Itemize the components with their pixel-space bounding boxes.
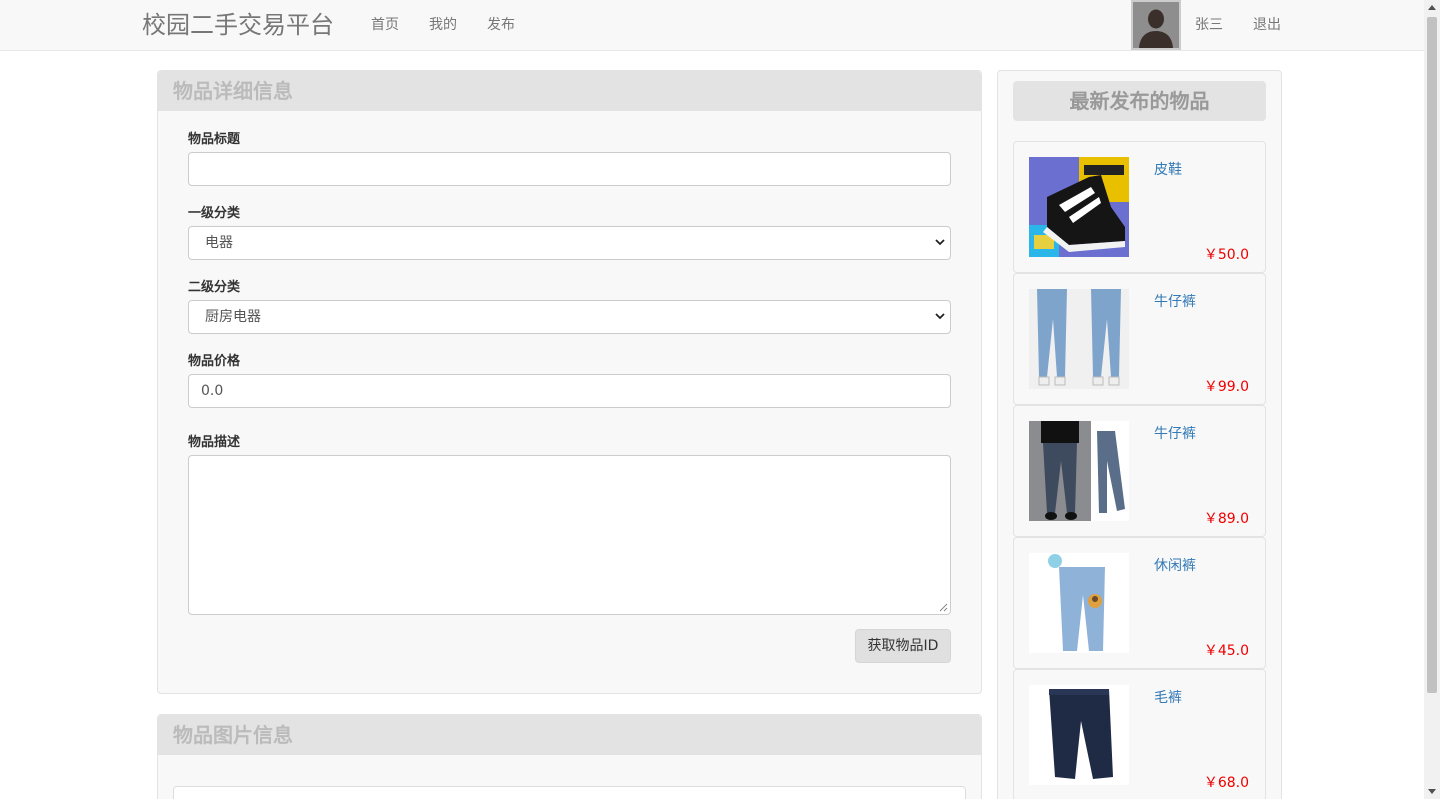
logout-link[interactable]: 退出 <box>1253 16 1281 34</box>
list-item[interactable]: 毛裤 ￥68.0 <box>1013 669 1266 799</box>
item-thumbnail[interactable] <box>1029 157 1129 257</box>
item-price: ￥99.0 <box>1203 379 1249 395</box>
user-silhouette-icon <box>1133 2 1179 48</box>
list-item[interactable]: 皮鞋 ￥50.0 <box>1013 141 1266 273</box>
scroll-down-icon[interactable] <box>1428 789 1436 794</box>
item-price: ￥89.0 <box>1203 511 1249 527</box>
item-price: ￥45.0 <box>1203 643 1249 659</box>
nav-mine[interactable]: 我的 <box>429 16 457 34</box>
item-name[interactable]: 休闲裤 <box>1154 555 1196 575</box>
scroll-up-icon[interactable] <box>1428 5 1436 10</box>
category1-selected: 电器 <box>205 235 233 251</box>
panel-header: 物品详细信息 <box>158 71 981 111</box>
sidebar-title: 最新发布的物品 <box>1013 81 1266 121</box>
category2-selected: 厨房电器 <box>205 309 261 325</box>
get-item-id-button[interactable]: 获取物品ID <box>855 629 951 663</box>
latest-items-sidebar: 最新发布的物品 皮鞋 ￥50.0 牛仔裤 ￥99.0 牛仔裤 ￥89.0 休闲裤… <box>997 70 1282 799</box>
nav-home[interactable]: 首页 <box>371 16 399 34</box>
item-thumbnail[interactable] <box>1029 421 1129 521</box>
description-textarea[interactable] <box>188 455 951 615</box>
category2-label: 二级分类 <box>188 280 241 295</box>
avatar[interactable] <box>1131 0 1181 50</box>
panel-header: 物品图片信息 <box>158 715 981 755</box>
category2-select[interactable]: 厨房电器 <box>188 300 951 334</box>
description-label: 物品描述 <box>188 435 241 450</box>
pants-image <box>1029 685 1129 785</box>
item-detail-panel: 物品详细信息 物品标题 一级分类 电器 二级分类 厨房电器 物品价格 0.0 物… <box>157 70 982 694</box>
item-thumbnail[interactable] <box>1029 289 1129 389</box>
list-item[interactable]: 牛仔裤 ￥99.0 <box>1013 273 1266 405</box>
item-name[interactable]: 牛仔裤 <box>1154 291 1196 311</box>
category1-select[interactable]: 电器 <box>188 226 951 260</box>
resize-grip-icon[interactable] <box>939 603 948 612</box>
image-upload-area[interactable] <box>173 786 966 799</box>
title-input[interactable] <box>188 152 951 186</box>
title-label: 物品标题 <box>188 132 241 147</box>
item-thumbnail[interactable] <box>1029 685 1129 785</box>
scroll-thumb[interactable] <box>1427 17 1437 693</box>
list-item[interactable]: 休闲裤 ￥45.0 <box>1013 537 1266 669</box>
jeans-image <box>1029 553 1129 653</box>
price-input[interactable]: 0.0 <box>188 374 951 408</box>
jeans-image <box>1029 289 1129 389</box>
item-image-panel: 物品图片信息 <box>157 714 982 799</box>
chevron-down-icon <box>935 313 945 320</box>
item-name[interactable]: 牛仔裤 <box>1154 423 1196 443</box>
price-label: 物品价格 <box>188 354 241 369</box>
category1-label: 一级分类 <box>188 206 241 221</box>
sneaker-image <box>1029 157 1129 257</box>
navbar: 校园二手交易平台 首页 我的 发布 张三 退出 <box>0 0 1424 51</box>
page-scrollbar[interactable] <box>1424 0 1440 799</box>
item-price: ￥68.0 <box>1203 775 1249 791</box>
panel-title: 物品详细信息 <box>173 79 293 103</box>
panel-title: 物品图片信息 <box>173 723 293 747</box>
username-link[interactable]: 张三 <box>1195 16 1223 34</box>
item-name[interactable]: 毛裤 <box>1154 687 1182 707</box>
item-price: ￥50.0 <box>1203 247 1249 263</box>
chevron-down-icon <box>935 239 945 246</box>
item-name[interactable]: 皮鞋 <box>1154 159 1182 179</box>
list-item[interactable]: 牛仔裤 ￥89.0 <box>1013 405 1266 537</box>
nav-publish[interactable]: 发布 <box>487 16 515 34</box>
jeans-image <box>1029 421 1129 521</box>
brand-title[interactable]: 校园二手交易平台 <box>142 10 334 40</box>
item-thumbnail[interactable] <box>1029 553 1129 653</box>
